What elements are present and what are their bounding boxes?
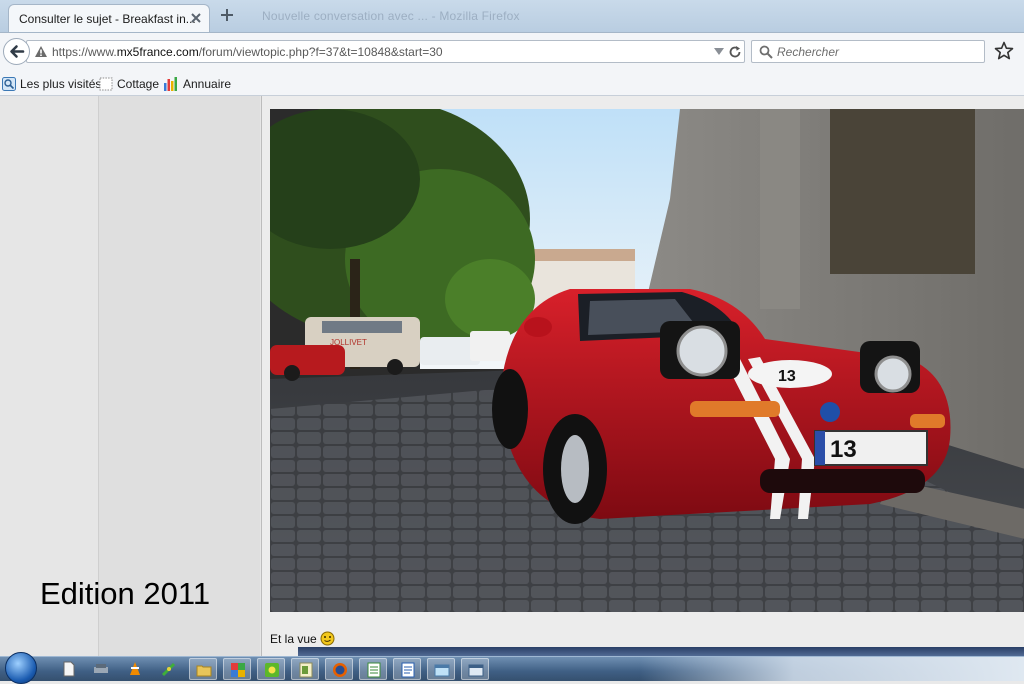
- green-app-icon: [265, 663, 279, 677]
- taskbar-sword[interactable]: [155, 658, 183, 680]
- paint-icon: [231, 663, 245, 677]
- post-caption: Et la vue: [270, 631, 335, 646]
- close-icon[interactable]: [189, 11, 203, 25]
- search-bar[interactable]: Rechercher: [751, 40, 985, 63]
- bookmark-annuaire[interactable]: Annuaire: [164, 76, 231, 92]
- bookmark-label: Cottage: [117, 77, 160, 91]
- taskbar-notes[interactable]: [291, 658, 319, 680]
- blank-page-icon: [99, 77, 113, 91]
- taskbar: [0, 652, 1024, 684]
- notification-area: [640, 657, 1024, 681]
- taskbar-explorer[interactable]: [189, 658, 217, 680]
- search-input[interactable]: Rechercher: [777, 45, 839, 59]
- sword-icon: [161, 662, 176, 677]
- taskbar-vlc[interactable]: [121, 658, 149, 680]
- roundel-number: 13: [778, 368, 796, 385]
- taskbar-network[interactable]: [87, 658, 115, 680]
- url-bar[interactable]: https://www.mx5france.com/forum/viewtopi…: [26, 40, 745, 63]
- window-icon: [468, 664, 484, 677]
- warning-icon[interactable]: [34, 45, 48, 58]
- taskbar-firefox[interactable]: [325, 658, 353, 680]
- search-icon: [759, 45, 773, 59]
- plate-number: 13: [830, 436, 857, 463]
- next-image-strip: [298, 647, 1024, 656]
- file-icon: [63, 661, 75, 677]
- bar-chart-icon: [164, 77, 177, 91]
- left-gutter: [0, 96, 98, 656]
- bookmark-star-icon[interactable]: [994, 41, 1014, 61]
- network-icon: [94, 664, 108, 673]
- explorer-folder-icon: [196, 665, 212, 677]
- vlc-cone-icon: [130, 662, 140, 675]
- taskbar-file[interactable]: [55, 658, 83, 680]
- bookmark-label: Les plus visités: [20, 77, 102, 91]
- car-photo[interactable]: JOLLIVET 13 13: [270, 109, 1024, 612]
- start-orb-icon[interactable]: [5, 652, 37, 684]
- edition-label: Edition 2011: [40, 576, 211, 611]
- taskbar-paint[interactable]: [223, 658, 251, 680]
- document-icon: [401, 662, 415, 678]
- taskbar-green-app[interactable]: [257, 658, 285, 680]
- bookmark-cottage[interactable]: Cottage: [99, 76, 159, 92]
- bookmark-most-visited[interactable]: Les plus visités: [2, 76, 101, 92]
- tab-strip: Consulter le sujet - Breakfast in... Nou…: [0, 0, 1024, 32]
- nav-bar: https://www.mx5france.com/forum/viewtopi…: [0, 32, 1024, 73]
- back-arrow-icon: [10, 45, 25, 58]
- most-visited-icon: [2, 77, 16, 91]
- new-tab-icon[interactable]: [219, 7, 235, 23]
- dropdown-arrow-icon[interactable]: [714, 48, 724, 55]
- tab-title: Consulter le sujet - Breakfast in...: [19, 12, 196, 26]
- taskbar-document[interactable]: [393, 658, 421, 680]
- taskbar-glass-window[interactable]: [427, 658, 455, 680]
- caption-text: Et la vue: [270, 631, 317, 646]
- glass-window-icon: [434, 664, 450, 677]
- firefox-icon: [333, 663, 347, 677]
- bookmarks-toolbar: Les plus visités Cottage Annuaire: [0, 73, 1024, 96]
- spreadsheet-icon: [367, 662, 381, 678]
- taskbar-window[interactable]: [461, 658, 489, 680]
- back-button[interactable]: [3, 38, 30, 65]
- taskbar-spreadsheet[interactable]: [359, 658, 387, 680]
- smiley-icon: [320, 631, 335, 646]
- post-area: JOLLIVET 13 13 Et la vue: [261, 96, 1024, 656]
- window-title-ghost: Nouvelle conversation avec ... - Mozilla…: [262, 9, 520, 23]
- bookmark-label: Annuaire: [183, 77, 232, 91]
- tab-active[interactable]: Consulter le sujet - Breakfast in...: [8, 4, 210, 32]
- url-text[interactable]: https://www.mx5france.com/forum/viewtopi…: [52, 45, 443, 59]
- page-content: Edition 2011 JOLLIVET 13 13 Et la vue: [0, 96, 1024, 656]
- notes-icon: [299, 662, 313, 678]
- reload-icon[interactable]: [728, 45, 742, 59]
- left-sidebar: [98, 96, 260, 656]
